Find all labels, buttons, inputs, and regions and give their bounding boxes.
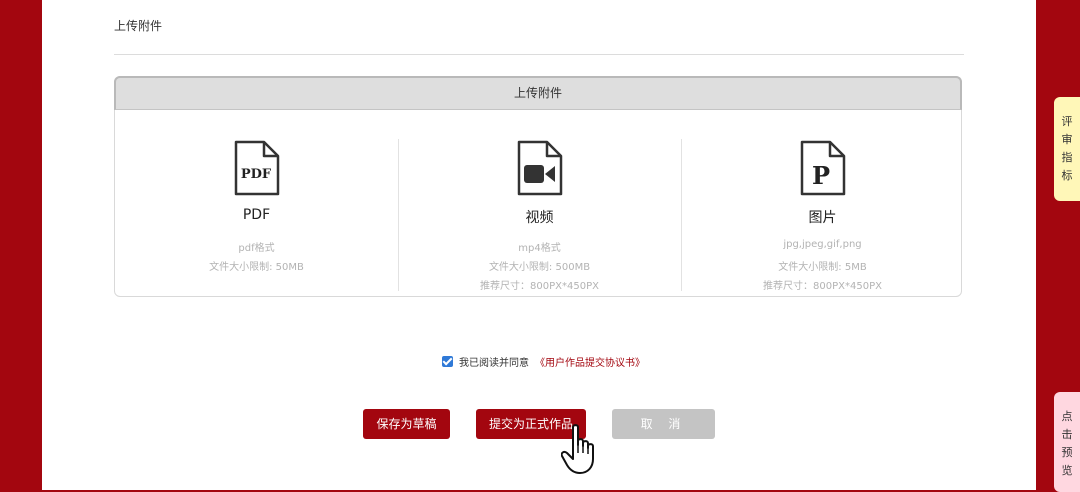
column-divider xyxy=(681,139,682,291)
video-title: 视频 xyxy=(525,210,554,226)
image-file-icon[interactable]: P xyxy=(800,140,846,196)
column-divider xyxy=(398,139,399,291)
image-title: 图片 xyxy=(808,210,837,226)
upload-column-pdf[interactable]: PDF PDF pdf格式 文件大小限制: 50MB xyxy=(115,111,398,296)
video-size-limit: 文件大小限制: 500MB xyxy=(488,262,591,273)
pdf-format: pdf格式 xyxy=(238,243,275,254)
pdf-size-limit: 文件大小限制: 50MB xyxy=(209,262,304,273)
agreement-row: 我已阅读并同意 《用户作品提交协议书》 xyxy=(442,354,645,369)
section-title: 上传附件 xyxy=(114,19,163,33)
divider xyxy=(114,54,964,55)
video-recommended-size: 推荐尺寸：800PX*450PX xyxy=(480,281,599,292)
agreement-text: 我已阅读并同意 xyxy=(459,357,529,369)
upload-column-video[interactable]: 视频 mp4格式 文件大小限制: 500MB 推荐尺寸：800PX*450PX xyxy=(398,111,681,296)
image-format: jpg,jpeg,gif,png xyxy=(783,239,862,250)
video-file-icon[interactable] xyxy=(517,140,563,196)
agreement-link[interactable]: 《用户作品提交协议书》 xyxy=(535,354,645,369)
pdf-file-icon[interactable]: PDF xyxy=(234,140,280,196)
cancel-button[interactable]: 取 消 xyxy=(612,409,715,439)
upload-header[interactable]: 上传附件 xyxy=(114,76,962,110)
image-size-limit: 文件大小限制: 5MB xyxy=(778,262,867,273)
video-format: mp4格式 xyxy=(518,243,561,254)
upload-box: 上传附件 PDF PDF pdf格式 文件大小限制: 50MB 视频 mp4格式… xyxy=(114,76,962,297)
preview-tab[interactable]: 点 击 预 览 xyxy=(1054,392,1080,492)
upload-column-image[interactable]: P 图片 jpg,jpeg,gif,png 文件大小限制: 5MB 推荐尺寸：8… xyxy=(681,111,964,296)
image-icon-label: P xyxy=(811,161,829,190)
agreement-checkbox[interactable] xyxy=(442,355,453,367)
image-recommended-size: 推荐尺寸：800PX*450PX xyxy=(763,281,882,292)
pdf-title: PDF xyxy=(242,207,271,223)
main-panel: 上传附件 上传附件 PDF PDF pdf格式 文件大小限制: 50MB 视频 … xyxy=(42,0,1036,490)
pdf-icon-label: PDF xyxy=(240,167,271,182)
review-criteria-tab[interactable]: 评 审 指 标 xyxy=(1054,97,1080,201)
pointer-hand-icon xyxy=(561,424,594,474)
save-draft-button[interactable]: 保存为草稿 xyxy=(363,409,450,439)
